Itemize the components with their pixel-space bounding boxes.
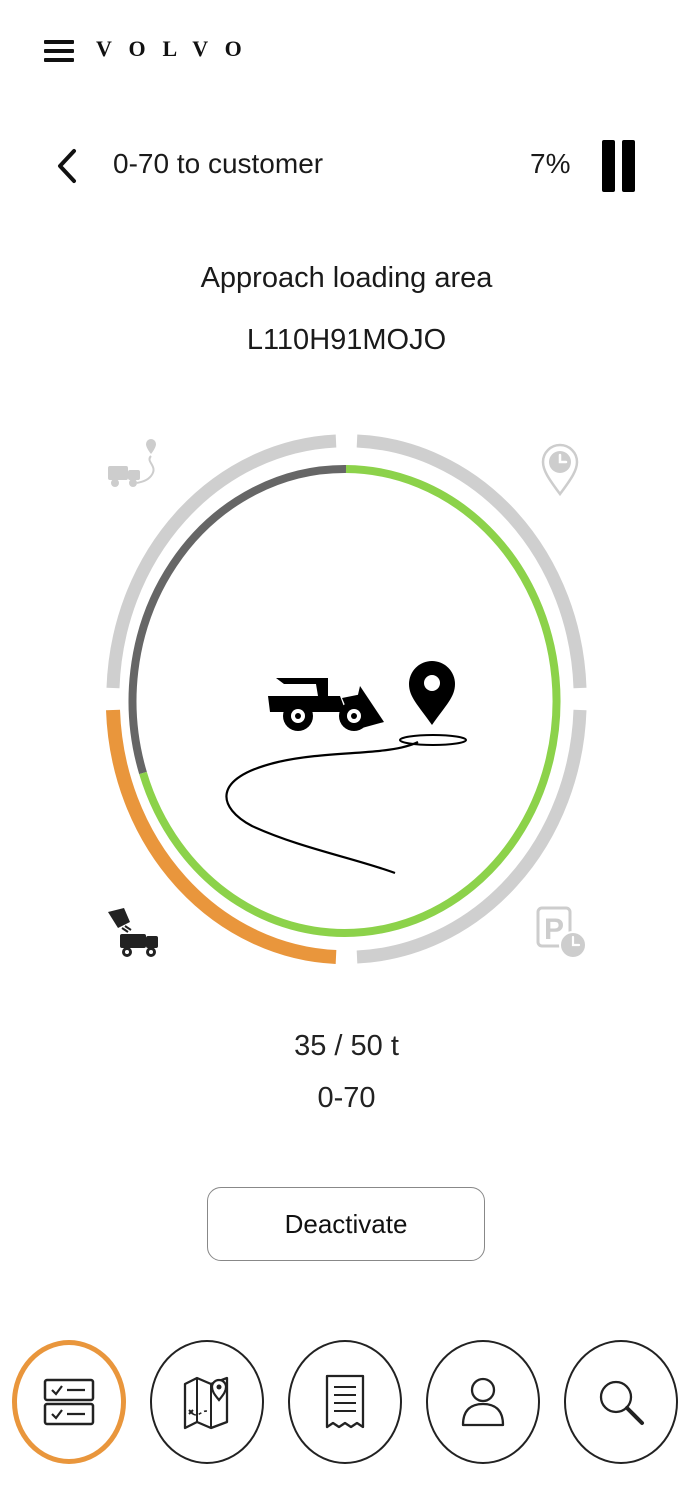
search-icon (599, 1380, 644, 1425)
user-icon (461, 1377, 505, 1427)
receipt-icon (325, 1374, 365, 1429)
ring-segment-transport (106, 434, 337, 689)
ring-segment-loading (106, 709, 337, 964)
cycle-progress-ring: P (106, 434, 587, 964)
pause-button[interactable] (600, 140, 638, 192)
nav-receipt-button[interactable] (288, 1340, 402, 1464)
brand-logo: VOLVO (96, 36, 259, 61)
current-step-label: Approach loading area (200, 262, 493, 294)
nav-search-button[interactable] (564, 1340, 678, 1464)
chevron-left-icon (58, 149, 76, 183)
load-weight: 35 / 50 t (294, 1030, 399, 1062)
checklist-icon (43, 1378, 95, 1426)
loading-truck-icon (108, 908, 158, 957)
route-line (225, 741, 419, 875)
vehicle-id: L110H91MOJO (246, 324, 447, 356)
parking-clock-icon: P (536, 906, 587, 959)
nav-map-button[interactable] (150, 1340, 264, 1464)
inner-ring-track (128, 464, 347, 775)
deactivate-button[interactable]: Deactivate (207, 1187, 485, 1261)
truck-route-icon (108, 439, 156, 487)
location-pin-icon (399, 661, 467, 746)
trip-title: 0-70 to customer (113, 148, 324, 179)
back-button[interactable] (52, 148, 82, 184)
material-name: 0-70 (317, 1082, 376, 1114)
wheel-loader-icon (268, 678, 384, 731)
nav-profile-button[interactable] (426, 1340, 540, 1464)
pause-icon (602, 140, 615, 192)
hamburger-menu-icon[interactable] (44, 40, 74, 62)
trip-progress-percent: 7% (530, 148, 571, 179)
location-clock-icon (541, 443, 579, 497)
nav-checklist-button[interactable] (12, 1340, 126, 1464)
map-pin-icon (183, 1376, 229, 1430)
